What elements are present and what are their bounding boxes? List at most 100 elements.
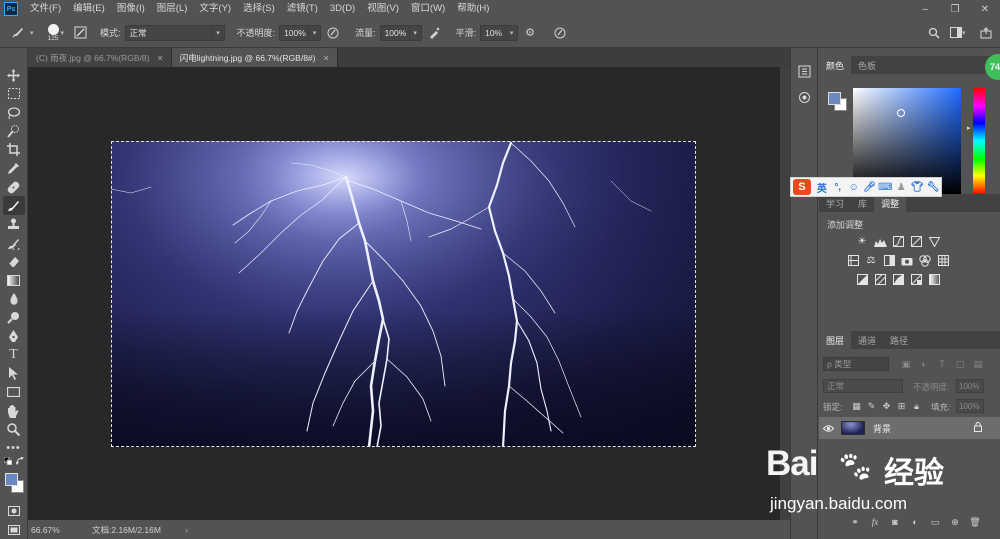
curves-icon[interactable] xyxy=(889,234,907,249)
tab-close-icon[interactable]: × xyxy=(158,53,163,63)
fill-field[interactable]: 100% xyxy=(956,399,984,413)
posterize-icon[interactable] xyxy=(871,272,889,287)
pressure-opacity-icon[interactable] xyxy=(325,25,341,41)
eyedropper-tool-icon[interactable] xyxy=(3,159,25,178)
tab-channels[interactable]: 通道 xyxy=(851,331,883,349)
filter-shape-icon[interactable]: ▢ xyxy=(951,357,969,371)
tab-swatches[interactable]: 色板 xyxy=(851,56,883,74)
mode-dropdown-icon[interactable]: ▾ xyxy=(212,24,225,41)
hue-slider-marker-icon[interactable]: ▸ xyxy=(967,124,971,132)
layer-name[interactable]: 背景 xyxy=(873,422,891,435)
menu-file[interactable]: 文件(F) xyxy=(24,0,67,18)
workspace-dropdown-icon[interactable]: ▾ xyxy=(962,29,966,37)
screen-mode-icon[interactable] xyxy=(3,521,25,539)
ime-user-icon[interactable]: ♟ xyxy=(893,179,909,195)
tab-close-icon[interactable]: × xyxy=(323,53,328,63)
menu-window[interactable]: 窗口(W) xyxy=(405,0,451,18)
swap-colors-icon[interactable] xyxy=(15,457,24,466)
layer-style-icon[interactable]: fx xyxy=(865,515,885,529)
new-adjustment-icon[interactable]: ◐ xyxy=(905,515,925,529)
history-panel-icon[interactable] xyxy=(794,60,814,82)
smoothing-options-gear-icon[interactable]: ⚙ xyxy=(522,25,538,41)
lock-transparent-icon[interactable]: ▦ xyxy=(849,399,864,413)
marquee-tool-icon[interactable] xyxy=(3,85,25,104)
pressure-size-icon[interactable] xyxy=(552,25,568,41)
tab-rainy-night[interactable]: (C) 雨夜.jpg @ 66.7%(RGB/8) × xyxy=(28,48,172,67)
type-tool-icon[interactable]: T xyxy=(3,346,25,365)
menu-type[interactable]: 文字(Y) xyxy=(193,0,237,18)
pen-tool-icon[interactable] xyxy=(3,327,25,346)
brush-picker-dropdown-icon[interactable]: ▾ xyxy=(61,29,65,37)
brush-tool-icon[interactable] xyxy=(10,25,26,41)
tab-lightning[interactable]: 闪电lightning.jpg @ 66.7%(RGB/8#) × xyxy=(171,48,338,67)
smoothing-field[interactable]: 10% xyxy=(480,24,507,41)
tab-paths[interactable]: 路径 xyxy=(883,331,915,349)
status-menu-arrow-icon[interactable]: › xyxy=(185,525,188,535)
ime-emoji-icon[interactable]: ☺ xyxy=(846,179,862,195)
exposure-icon[interactable] xyxy=(907,234,925,249)
delete-layer-icon[interactable]: 🗑︎ xyxy=(965,515,985,529)
layer-opacity-field[interactable]: 100% xyxy=(956,379,984,393)
flow-dropdown-icon[interactable]: ▾ xyxy=(409,24,422,41)
levels-icon[interactable] xyxy=(871,234,889,249)
channel-mixer-icon[interactable] xyxy=(916,253,934,268)
new-layer-icon[interactable]: ⊕ xyxy=(945,515,965,529)
menu-view[interactable]: 视图(V) xyxy=(361,0,405,18)
tool-preset-dropdown-icon[interactable]: ▾ xyxy=(30,29,34,37)
hand-tool-icon[interactable] xyxy=(3,402,25,421)
opacity-dropdown-icon[interactable]: ▾ xyxy=(309,24,322,41)
layer-row-background[interactable]: 背景 xyxy=(819,417,1000,439)
lock-image-icon[interactable]: ✎ xyxy=(864,399,879,413)
properties-panel-icon[interactable] xyxy=(794,86,814,108)
filter-pixel-icon[interactable]: ▣ xyxy=(897,357,915,371)
hue-slider[interactable] xyxy=(973,88,985,194)
menu-select[interactable]: 选择(S) xyxy=(237,0,281,18)
layer-filter-kind[interactable]: ρ 类型 xyxy=(823,357,889,371)
menu-image[interactable]: 图像(I) xyxy=(111,0,151,18)
invert-icon[interactable] xyxy=(853,272,871,287)
minimize-button[interactable]: – xyxy=(910,0,940,18)
rectangle-tool-icon[interactable] xyxy=(3,383,25,402)
gradient-tool-icon[interactable] xyxy=(3,271,25,290)
gradient-map-icon[interactable] xyxy=(925,272,943,287)
new-group-icon[interactable]: ▭ xyxy=(925,515,945,529)
menu-filter[interactable]: 滤镜(T) xyxy=(281,0,324,18)
ime-language-toggle[interactable]: 英 xyxy=(814,179,830,195)
threshold-icon[interactable] xyxy=(889,272,907,287)
color-picker-cursor[interactable] xyxy=(897,109,905,117)
add-mask-icon[interactable]: ◙ xyxy=(885,515,905,529)
close-button[interactable]: ✕ xyxy=(970,0,1000,18)
vertical-scrollbar[interactable] xyxy=(780,67,790,520)
opacity-field[interactable]: 100% xyxy=(279,24,310,41)
search-icon[interactable] xyxy=(926,25,942,41)
brightness-contrast-icon[interactable]: ☀ xyxy=(853,234,871,249)
tab-layers[interactable]: 图层 xyxy=(819,331,852,349)
foreground-color-swatch[interactable] xyxy=(4,473,18,487)
blur-tool-icon[interactable] xyxy=(3,290,25,309)
dodge-tool-icon[interactable] xyxy=(3,308,25,327)
smoothing-dropdown-icon[interactable]: ▾ xyxy=(506,24,519,41)
vibrance-icon[interactable] xyxy=(925,234,943,249)
lasso-tool-icon[interactable] xyxy=(3,103,25,122)
mode-select[interactable]: 正常 xyxy=(124,24,213,41)
photo-filter-icon[interactable] xyxy=(898,253,916,268)
crop-tool-icon[interactable] xyxy=(3,141,25,160)
menu-layer[interactable]: 图层(L) xyxy=(151,0,194,18)
lock-artboard-icon[interactable]: ⊞ xyxy=(894,399,909,413)
brush-size-preview[interactable]: 125 xyxy=(47,23,59,42)
menu-edit[interactable]: 编辑(E) xyxy=(67,0,111,18)
restore-button[interactable]: ❐ xyxy=(940,0,970,18)
move-tool-icon[interactable] xyxy=(3,66,25,85)
flow-field[interactable]: 100% xyxy=(379,24,410,41)
blend-mode-select[interactable]: 正常 xyxy=(823,379,903,393)
brush-tool-icon[interactable] xyxy=(2,196,25,216)
history-brush-tool-icon[interactable] xyxy=(3,234,25,253)
selective-color-icon[interactable] xyxy=(907,272,925,287)
hue-saturation-icon[interactable] xyxy=(844,253,862,268)
ime-keyboard-icon[interactable]: ⌨ xyxy=(877,179,893,195)
panel-foreground-swatch[interactable] xyxy=(828,92,841,105)
tab-color[interactable]: 颜色 xyxy=(819,56,852,74)
zoom-level[interactable]: 66.67% xyxy=(28,523,76,536)
more-tools-icon[interactable]: ••• xyxy=(3,439,25,458)
default-colors-icon[interactable] xyxy=(2,457,26,467)
